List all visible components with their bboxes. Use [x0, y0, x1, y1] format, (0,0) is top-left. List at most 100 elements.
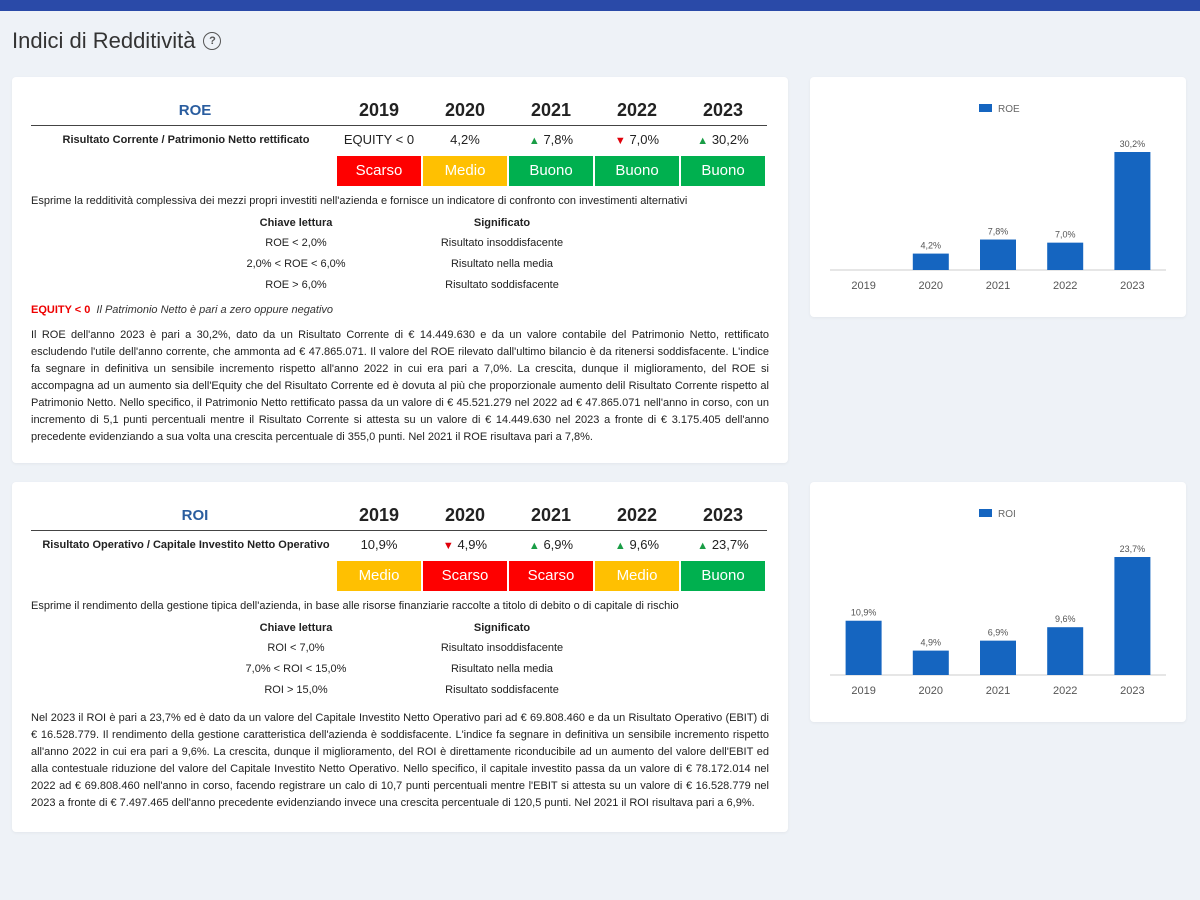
arrow-down-icon: ▼ [614, 135, 626, 147]
key-header: Chiave lettura [259, 217, 333, 229]
roe-chart-card: ROE 2019 4,2% 2020 7,8% 2021 7,0% 2022 30,2% 2023 [810, 77, 1186, 317]
data-label: 4,2% [921, 241, 942, 251]
meaning-cell: Risultato insoddisfacente [440, 237, 564, 249]
x-tick-label: 2020 [919, 280, 943, 292]
x-tick-label: 2022 [1053, 280, 1077, 292]
roi-value: ▲ 9,6% [614, 537, 660, 552]
rating-badge: Buono [681, 561, 765, 591]
x-tick-label: 2021 [986, 280, 1010, 292]
roi-year-header: 2023 [702, 505, 744, 525]
roe-value: ▲ 30,2% [697, 132, 749, 147]
roi-header-rule [31, 530, 767, 531]
arrow-up-icon: ▲ [614, 540, 626, 552]
meaning-cell: Risultato nella media [450, 663, 554, 675]
roi-value: 10,9% [360, 537, 398, 552]
data-label: 7,8% [988, 227, 1009, 237]
top-bar [0, 0, 1200, 11]
arrow-up-icon: ▲ [528, 540, 540, 552]
legend-item: ROI [979, 509, 1016, 520]
legend-label: ROI [998, 509, 1016, 520]
bar [980, 640, 1016, 675]
roi-analysis-text: Nel 2023 il ROI è pari a 23,7% ed è dato… [31, 712, 769, 809]
roe-year-header: 2022 [616, 100, 658, 120]
arrow-up-icon: ▲ [528, 135, 540, 147]
meaning-header: Significato [473, 622, 531, 634]
bar [1114, 557, 1151, 675]
roe-header-rule [31, 125, 767, 126]
meaning-cell: Risultato nella media [450, 258, 554, 270]
roe-year-header: 2021 [530, 100, 572, 120]
rating-badge: Buono [595, 156, 679, 186]
meaning-cell: Risultato insoddisfacente [440, 642, 564, 654]
roi-year-header: 2020 [444, 505, 486, 525]
arrow-up-icon: ▲ [697, 540, 709, 552]
data-label: 6,9% [988, 628, 1009, 638]
x-tick-label: 2021 [986, 685, 1010, 697]
bar [912, 253, 949, 270]
bar [1047, 242, 1084, 270]
bar [1047, 627, 1084, 675]
data-label: 9,6% [1055, 614, 1076, 624]
roe-chart: ROE 2019 4,2% 2020 7,8% 2021 7,0% 2022 30,2% 2023 [830, 104, 1166, 292]
meaning-header: Significato [473, 217, 531, 229]
key-cell: ROE < 2,0% [265, 237, 327, 249]
rating-badge: Medio [337, 561, 421, 591]
legend-label: ROE [998, 104, 1020, 115]
meaning-cell: Risultato soddisfacente [445, 684, 559, 696]
rating-badge: Buono [509, 156, 593, 186]
roe-value: EQUITY < 0 [343, 132, 415, 147]
data-label: 4,9% [921, 638, 942, 648]
legend-item: ROE [979, 104, 1020, 115]
rating-badge: Scarso [509, 561, 593, 591]
roi-year-header: 2022 [616, 505, 658, 525]
rating-badge: Scarso [423, 561, 507, 591]
rating-badge: Medio [595, 561, 679, 591]
arrow-down-icon: ▼ [442, 540, 454, 552]
roi-value: ▲ 6,9% [528, 537, 574, 552]
key-cell: ROE > 6,0% [265, 279, 327, 291]
meaning-cell: Risultato soddisfacente [445, 279, 559, 291]
roe-title: ROE [178, 102, 212, 119]
help-icon[interactable]: ? [203, 32, 222, 50]
roe-note: EQUITY < 0 Il Patrimonio Netto è pari a z… [31, 304, 333, 316]
roi-year-header: 2021 [530, 505, 572, 525]
roi-chart: ROI 10,9% 2019 4,9% 2020 6,9% 2021 9,6% 2022 23,7… [830, 509, 1166, 697]
roe-year-header: 2019 [358, 100, 400, 120]
note-text: Il Patrimonio Netto è pari a zero oppure… [96, 304, 334, 316]
roi-year-header: 2019 [358, 505, 400, 525]
bar [980, 239, 1016, 270]
key-cell: 2,0% < ROE < 6,0% [246, 258, 346, 270]
rating-badge: Scarso [337, 156, 421, 186]
x-tick-label: 2019 [851, 280, 875, 292]
roi-value: ▼ 4,9% [442, 537, 488, 552]
x-tick-label: 2023 [1120, 280, 1144, 292]
legend-swatch [979, 509, 992, 517]
legend-swatch [979, 104, 992, 112]
data-label: 10,9% [851, 608, 877, 618]
x-tick-label: 2023 [1120, 685, 1144, 697]
bar [845, 620, 882, 675]
data-label: 23,7% [1120, 544, 1146, 554]
roi-title: ROI [181, 507, 209, 524]
roe-value: ▲ 7,8% [528, 132, 574, 147]
data-label: 7,0% [1055, 230, 1076, 240]
arrow-up-icon: ▲ [697, 135, 709, 147]
x-tick-label: 2019 [851, 685, 875, 697]
rating-badge: Buono [681, 156, 765, 186]
bar [912, 650, 949, 675]
x-tick-label: 2022 [1053, 685, 1077, 697]
roe-description: Esprime la redditività complessiva dei m… [31, 195, 688, 207]
roi-formula: Risultato Operativo / Capitale Investito… [42, 539, 330, 551]
roe-year-header: 2020 [444, 100, 486, 120]
roe-value: ▼ 7,0% [614, 132, 660, 147]
roe-analysis-text: Il ROE dell'anno 2023 è pari a 30,2%, da… [31, 329, 769, 443]
key-cell: ROI < 7,0% [267, 642, 325, 654]
roi-description: Esprime il rendimento della gestione tip… [31, 600, 679, 612]
data-label: 30,2% [1120, 139, 1146, 149]
bar [1114, 152, 1151, 270]
roi-card: ROI 2019 2020 2021 2022 2023 Risultato O… [12, 482, 788, 832]
roe-year-header: 2023 [702, 100, 744, 120]
key-header: Chiave lettura [259, 622, 333, 634]
x-tick-label: 2020 [919, 685, 943, 697]
roe-formula: Risultato Corrente / Patrimonio Netto re… [62, 134, 310, 146]
